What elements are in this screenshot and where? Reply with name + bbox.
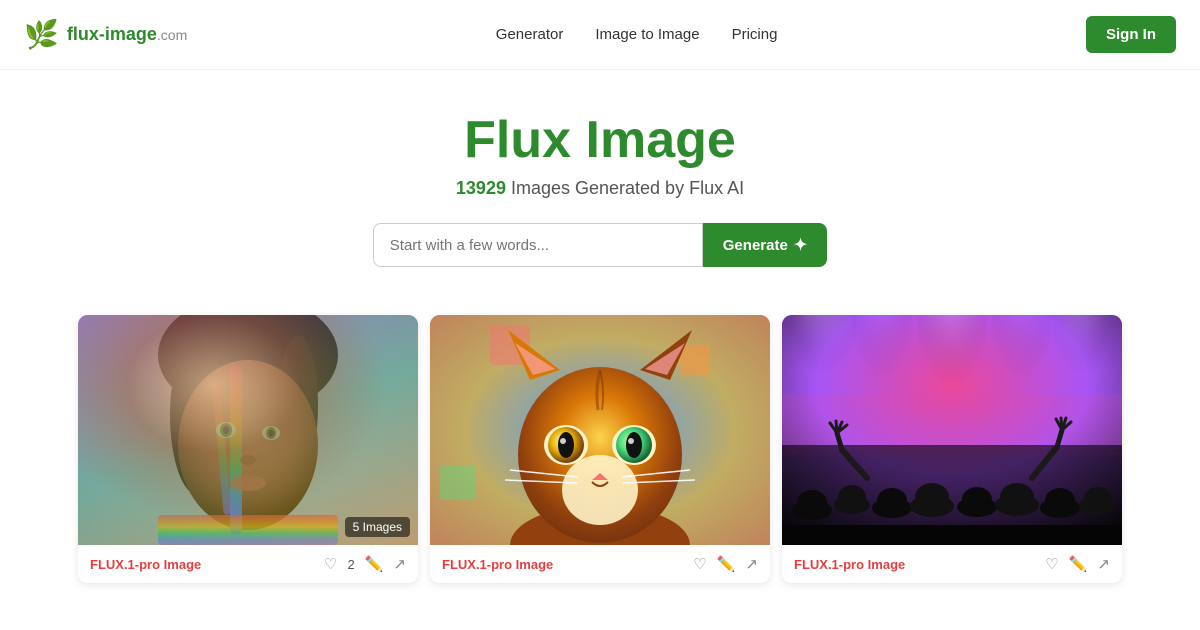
image2-svg	[430, 315, 770, 545]
signin-button[interactable]: Sign In	[1086, 16, 1176, 53]
image1-svg	[78, 315, 418, 545]
footer-icons-2: ♡ ✏️ ↗	[693, 555, 758, 573]
edit-icon-1[interactable]: ✏️	[365, 555, 384, 573]
image-count: 13929	[456, 178, 506, 198]
generate-button[interactable]: Generate ✦	[703, 223, 827, 267]
hero-section: Flux Image 13929 Images Generated by Flu…	[0, 70, 1200, 291]
generate-label: Generate	[723, 237, 788, 254]
gallery-image-wrap-2	[430, 315, 770, 545]
gallery-title-1: FLUX.1-pro Image	[90, 557, 316, 572]
search-row: Generate ✦	[0, 223, 1200, 267]
edit-icon-3[interactable]: ✏️	[1069, 555, 1088, 573]
spark-icon: ✦	[794, 235, 807, 255]
main-nav: Generator Image to Image Pricing	[496, 26, 778, 43]
gallery-footer-1: FLUX.1-pro Image ♡ 2 ✏️ ↗	[78, 545, 418, 583]
footer-icons-3: ♡ ✏️ ↗	[1045, 555, 1110, 573]
logo[interactable]: 🌿 flux-image.com	[24, 18, 187, 51]
logo-text: flux-image.com	[67, 24, 187, 45]
image-badge: 5 Images	[345, 517, 410, 537]
footer-icons-1: ♡ 2 ✏️ ↗	[324, 555, 406, 573]
nav-image-to-image[interactable]: Image to Image	[595, 26, 699, 43]
search-input[interactable]	[373, 223, 703, 267]
gallery-section: 5 Images FLUX.1-pro Image ♡ 2 ✏️ ↗	[0, 291, 1200, 583]
gallery-image-2	[430, 315, 770, 545]
gallery-footer-2: FLUX.1-pro Image ♡ ✏️ ↗	[430, 545, 770, 583]
image3-svg	[782, 315, 1122, 545]
heart-icon-1[interactable]: ♡	[324, 555, 337, 573]
gallery-image-1	[78, 315, 418, 545]
like-count-1: 2	[348, 557, 355, 572]
share-icon-2[interactable]: ↗	[745, 555, 758, 573]
logo-icon: 🌿	[24, 18, 59, 51]
share-icon-3[interactable]: ↗	[1097, 555, 1110, 573]
edit-icon-2[interactable]: ✏️	[717, 555, 736, 573]
gallery-item-2: FLUX.1-pro Image ♡ ✏️ ↗	[430, 315, 770, 583]
gallery-image-3	[782, 315, 1122, 545]
gallery-item-3: FLUX.1-pro Image ♡ ✏️ ↗	[782, 315, 1122, 583]
heart-icon-2[interactable]: ♡	[693, 555, 706, 573]
gallery-title-2: FLUX.1-pro Image	[442, 557, 685, 572]
share-icon-1[interactable]: ↗	[393, 555, 406, 573]
nav-generator[interactable]: Generator	[496, 26, 564, 43]
gallery-image-wrap-3	[782, 315, 1122, 545]
nav-pricing[interactable]: Pricing	[732, 26, 778, 43]
hero-subtitle: 13929 Images Generated by Flux AI	[0, 178, 1200, 199]
header: 🌿 flux-image.com Generator Image to Imag…	[0, 0, 1200, 70]
heart-icon-3[interactable]: ♡	[1045, 555, 1058, 573]
gallery-footer-3: FLUX.1-pro Image ♡ ✏️ ↗	[782, 545, 1122, 583]
gallery-item-1: 5 Images FLUX.1-pro Image ♡ 2 ✏️ ↗	[78, 315, 418, 583]
gallery-image-wrap-1: 5 Images	[78, 315, 418, 545]
gallery-title-3: FLUX.1-pro Image	[794, 557, 1037, 572]
hero-title: Flux Image	[0, 110, 1200, 170]
